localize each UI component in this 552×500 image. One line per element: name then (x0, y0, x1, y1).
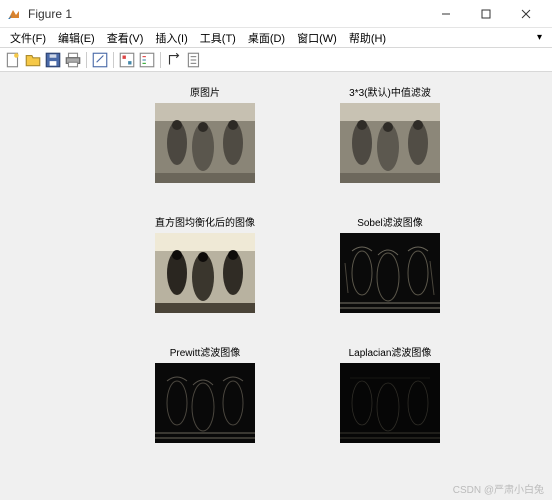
new-figure-icon[interactable] (4, 51, 22, 69)
subplot-histeq: 直方图均衡化后的图像 (145, 214, 265, 313)
subplot-image (340, 363, 440, 443)
menu-insert[interactable]: 插入(I) (149, 28, 193, 48)
subplot-median: 3*3(默认)中值滤波 (330, 84, 450, 183)
open-property-icon[interactable] (185, 51, 203, 69)
subplot-title: Laplacian滤波图像 (330, 344, 450, 359)
matlab-icon (6, 6, 22, 22)
menubar: 文件(F) 编辑(E) 查看(V) 插入(I) 工具(T) 桌面(D) 窗口(W… (0, 28, 552, 48)
subplot-laplacian: Laplacian滤波图像 (330, 344, 450, 443)
toolbar-separator (113, 52, 114, 68)
edit-plot-icon[interactable] (91, 51, 109, 69)
save-icon[interactable] (44, 51, 62, 69)
subplot-original: 原图片 (145, 84, 265, 183)
open-icon[interactable] (24, 51, 42, 69)
menu-window[interactable]: 窗口(W) (291, 28, 343, 48)
rotate-icon[interactable] (165, 51, 183, 69)
minimize-button[interactable] (426, 1, 466, 27)
menu-dropdown-icon[interactable]: ▾ (537, 32, 548, 43)
menu-tools[interactable]: 工具(T) (194, 28, 242, 48)
subplot-image (155, 363, 255, 443)
menu-file[interactable]: 文件(F) (4, 28, 52, 48)
subplot-image (340, 233, 440, 313)
menu-help[interactable]: 帮助(H) (343, 28, 392, 48)
menu-edit[interactable]: 编辑(E) (52, 28, 101, 48)
subplot-image (155, 233, 255, 313)
watermark: CSDN @严肃小白兔 (453, 481, 544, 496)
menu-view[interactable]: 查看(V) (101, 28, 150, 48)
titlebar: Figure 1 (0, 0, 552, 28)
subplot-title: 直方图均衡化后的图像 (145, 214, 265, 229)
maximize-button[interactable] (466, 1, 506, 27)
subplot-title: Prewitt滤波图像 (145, 344, 265, 359)
figure-canvas: 原图片 3*3(默认)中值滤波 直方图均衡化后的图像 (0, 72, 552, 500)
link-icon[interactable] (118, 51, 136, 69)
menu-desktop[interactable]: 桌面(D) (242, 28, 291, 48)
subplot-title: 原图片 (145, 84, 265, 99)
subplot-sobel: Sobel滤波图像 (330, 214, 450, 313)
toolbar (0, 48, 552, 72)
toolbar-separator (86, 52, 87, 68)
insert-legend-icon[interactable] (138, 51, 156, 69)
subplot-title: Sobel滤波图像 (330, 214, 450, 229)
subplot-prewitt: Prewitt滤波图像 (145, 344, 265, 443)
toolbar-separator (160, 52, 161, 68)
subplot-title: 3*3(默认)中值滤波 (330, 84, 450, 99)
subplot-image (340, 103, 440, 183)
print-icon[interactable] (64, 51, 82, 69)
window-controls (426, 1, 546, 27)
window-title: Figure 1 (28, 7, 426, 21)
close-button[interactable] (506, 1, 546, 27)
subplot-image (155, 103, 255, 183)
